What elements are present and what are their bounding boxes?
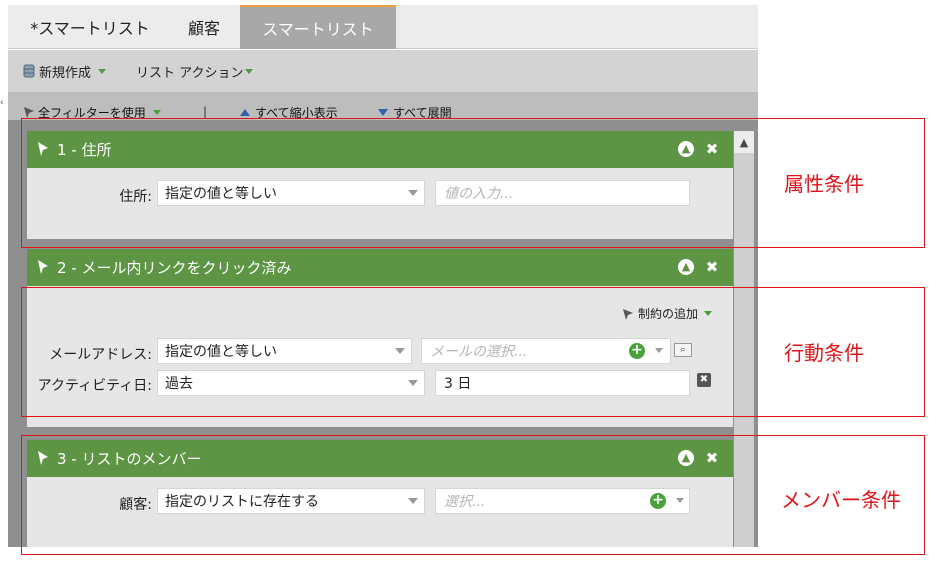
annotation-label-attribute: 属性条件 — [784, 172, 864, 196]
side-collapse-icon[interactable]: ‹ — [0, 98, 5, 108]
tab-smart-list[interactable]: スマートリスト — [240, 5, 396, 49]
annotation-label-behavior: 行動条件 — [784, 341, 864, 365]
tab-smart-list-draft[interactable]: *スマートリスト — [20, 5, 160, 49]
new-label: 新規作成 — [39, 65, 92, 81]
chevron-down-icon — [152, 109, 161, 115]
close-icon[interactable]: ✖ — [704, 259, 720, 275]
tab-label: *スマートリスト — [30, 19, 150, 38]
filter-title: 2 - メール内リンクをクリック済み — [57, 259, 292, 277]
main-toolbar — [8, 50, 758, 92]
filter-icon — [24, 107, 34, 118]
chevron-down-icon — [245, 68, 254, 74]
list-actions-button[interactable]: リスト アクション — [136, 50, 254, 92]
triangle-up-icon — [240, 108, 250, 116]
new-button[interactable]: 新規作成 — [22, 50, 107, 92]
database-icon — [23, 64, 35, 78]
filter-drag-icon[interactable] — [36, 259, 50, 275]
move-up-icon[interactable]: ▲ — [678, 259, 694, 275]
list-actions-label: リスト アクション — [136, 65, 244, 81]
triangle-down-icon — [378, 108, 388, 116]
annotation-label-member: メンバー条件 — [781, 488, 901, 512]
tab-label: スマートリスト — [262, 20, 374, 39]
filter-header: 2 - メール内リンクをクリック済み ▲ ✖ — [27, 249, 733, 286]
tab-customers[interactable]: 顧客 — [170, 5, 238, 49]
tab-label: 顧客 — [187, 19, 220, 38]
chevron-down-icon — [98, 68, 107, 74]
